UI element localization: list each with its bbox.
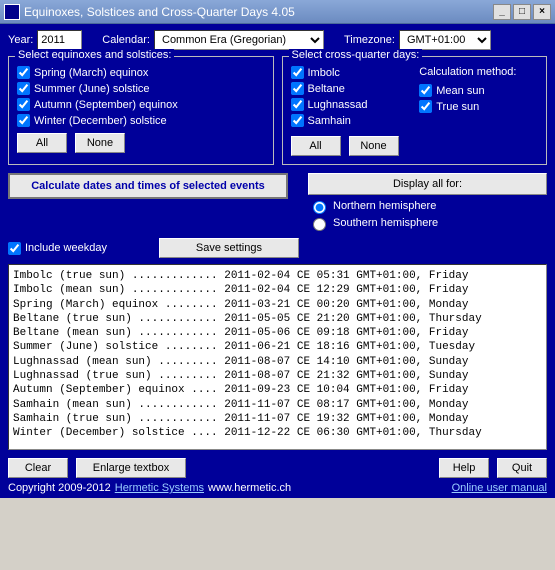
help-button[interactable]: Help xyxy=(439,458,489,478)
top-row: Year: Calendar: Common Era (Gregorian) T… xyxy=(8,30,547,50)
output-textbox[interactable]: Imbolc (true sun) ............. 2011-02-… xyxy=(8,264,547,450)
minimize-button[interactable]: _ xyxy=(493,4,511,20)
eq-none-button[interactable]: None xyxy=(75,133,125,153)
app-icon xyxy=(4,4,20,20)
mean-sun-checkbox[interactable] xyxy=(419,84,432,97)
winter-solstice-checkbox[interactable] xyxy=(17,114,30,127)
imbolc-checkbox[interactable] xyxy=(291,66,304,79)
timezone-label: Timezone: xyxy=(344,34,395,46)
manual-link[interactable]: Online user manual xyxy=(452,482,547,494)
beltane-checkbox[interactable] xyxy=(291,82,304,95)
cq-all-button[interactable]: All xyxy=(291,136,341,156)
autumn-equinox-checkbox[interactable] xyxy=(17,98,30,111)
cq-none-button[interactable]: None xyxy=(349,136,399,156)
timezone-select[interactable]: GMT+01:00 xyxy=(399,30,491,50)
autumn-equinox-label: Autumn (September) equinox xyxy=(34,99,178,111)
footer: Copyright 2009-2012 Hermetic Systems www… xyxy=(8,482,547,494)
close-button[interactable]: × xyxy=(533,4,551,20)
spring-equinox-label: Spring (March) equinox xyxy=(34,67,148,79)
northern-radio[interactable] xyxy=(313,201,326,214)
beltane-label: Beltane xyxy=(308,83,345,95)
southern-radio[interactable] xyxy=(313,218,326,231)
mean-sun-label: Mean sun xyxy=(436,85,484,97)
southern-label: Southern hemisphere xyxy=(333,217,438,229)
equinox-group: Select equinoxes and solstices: Spring (… xyxy=(8,56,274,165)
year-label: Year: xyxy=(8,34,33,46)
calendar-label: Calendar: xyxy=(102,34,150,46)
include-weekday-label: Include weekday xyxy=(25,242,107,254)
lughnassad-checkbox[interactable] xyxy=(291,98,304,111)
enlarge-button[interactable]: Enlarge textbox xyxy=(76,458,186,478)
equinox-legend: Select equinoxes and solstices: xyxy=(15,49,174,61)
samhain-label: Samhain xyxy=(308,115,351,127)
imbolc-label: Imbolc xyxy=(308,67,340,79)
calc-method-label: Calculation method: xyxy=(419,66,516,78)
spring-equinox-checkbox[interactable] xyxy=(17,66,30,79)
calendar-select[interactable]: Common Era (Gregorian) xyxy=(154,30,324,50)
lughnassad-label: Lughnassad xyxy=(308,99,368,111)
cq-legend: Select cross-quarter days: xyxy=(289,49,423,61)
samhain-checkbox[interactable] xyxy=(291,114,304,127)
winter-solstice-label: Winter (December) solstice xyxy=(34,115,167,127)
year-input[interactable] xyxy=(37,30,82,50)
include-weekday-checkbox[interactable] xyxy=(8,242,21,255)
eq-all-button[interactable]: All xyxy=(17,133,67,153)
quit-button[interactable]: Quit xyxy=(497,458,547,478)
true-sun-label: True sun xyxy=(436,101,479,113)
display-all-button[interactable]: Display all for: xyxy=(308,173,547,195)
titlebar: Equinoxes, Solstices and Cross-Quarter D… xyxy=(0,0,555,24)
window-title: Equinoxes, Solstices and Cross-Quarter D… xyxy=(24,5,491,19)
true-sun-checkbox[interactable] xyxy=(419,100,432,113)
cross-quarter-group: Select cross-quarter days: Imbolc Beltan… xyxy=(282,56,548,165)
copyright-text: Copyright 2009-2012 xyxy=(8,482,111,494)
url-text: www.hermetic.ch xyxy=(208,482,291,494)
calculate-button[interactable]: Calculate dates and times of selected ev… xyxy=(8,173,288,199)
northern-label: Northern hemisphere xyxy=(333,200,436,212)
company-link[interactable]: Hermetic Systems xyxy=(115,482,204,494)
save-settings-button[interactable]: Save settings xyxy=(159,238,299,258)
clear-button[interactable]: Clear xyxy=(8,458,68,478)
summer-solstice-checkbox[interactable] xyxy=(17,82,30,95)
summer-solstice-label: Summer (June) solstice xyxy=(34,83,150,95)
maximize-button[interactable]: □ xyxy=(513,4,531,20)
